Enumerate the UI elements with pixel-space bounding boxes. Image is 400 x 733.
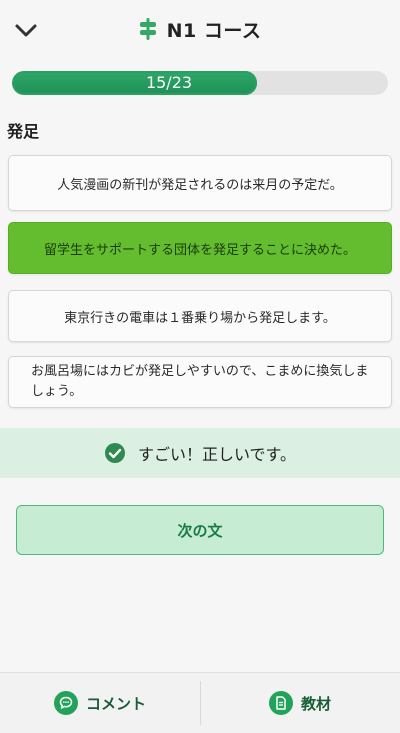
option-4[interactable]: お風呂場にはカビが発足しやすいので、こまめに換気しましょう。: [8, 356, 392, 408]
feedback-banner: すごい！正しいです。: [0, 428, 400, 478]
comment-button[interactable]: コメント: [0, 673, 200, 733]
next-sentence-button[interactable]: 次の文: [16, 505, 384, 555]
title-wrap: N1 コース: [0, 14, 400, 44]
material-button[interactable]: 教材: [200, 673, 400, 733]
page-title: N1 コース: [166, 19, 262, 42]
option-1[interactable]: 人気漫画の新刊が発足されるのは来月の予定だ。: [8, 155, 392, 211]
option-2-selected[interactable]: 留学生をサポートする団体を発足することに決めた。: [8, 222, 392, 274]
check-circle-icon: [105, 443, 126, 463]
question-word: 発足: [7, 122, 40, 141]
progress-label: 15/23: [145, 73, 193, 92]
document-icon: [268, 691, 293, 715]
signpost-icon: [139, 18, 156, 40]
comment-icon: [53, 691, 78, 715]
progress-bar: 15/23: [12, 71, 388, 95]
option-text: 人気漫画の新刊が発足されるのは来月の予定だ。: [57, 177, 343, 193]
option-text: 留学生をサポートする団体を発足することに決めた。: [43, 242, 356, 258]
option-3[interactable]: 東京行きの電車は１番乗り場から発足します。: [8, 290, 392, 342]
option-text: お風呂場にはカビが発足しやすいので、こまめに換気しましょう。: [31, 364, 369, 399]
bottom-bar: コメント 教材: [0, 672, 400, 733]
material-label: 教材: [300, 694, 331, 713]
header: N1 コース: [0, 0, 400, 60]
option-text: 東京行きの電車は１番乗り場から発足します。: [64, 310, 336, 326]
feedback-text: すごい！正しいです。: [138, 445, 296, 464]
comment-label: コメント: [85, 694, 146, 713]
